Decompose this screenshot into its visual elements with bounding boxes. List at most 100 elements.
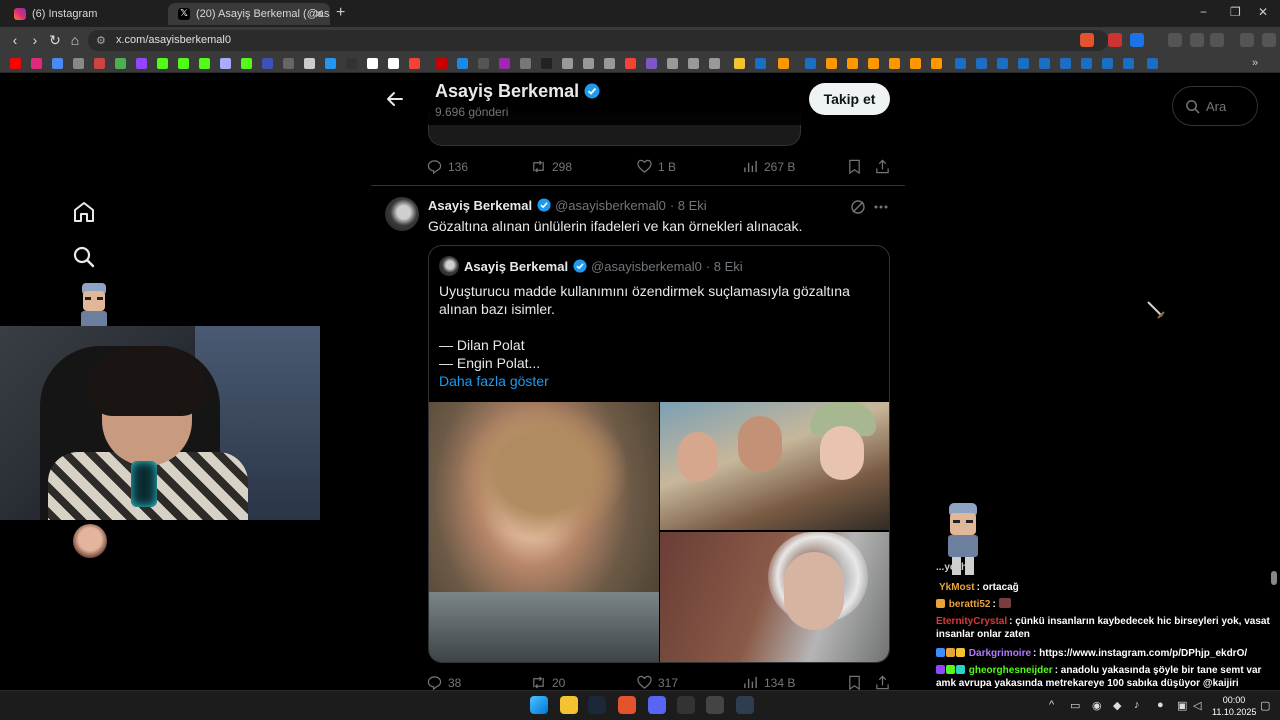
new-tab-button[interactable]: + [336, 4, 345, 22]
like-button[interactable]: 317 [637, 675, 678, 690]
bookmark-icon[interactable] [910, 58, 921, 69]
more-options-icon[interactable] [873, 199, 889, 215]
bookmark-icon[interactable] [409, 58, 420, 69]
search-icon[interactable] [72, 245, 96, 269]
tweet-date[interactable]: · 8 Eki [670, 198, 707, 213]
bookmark-icon[interactable] [541, 58, 552, 69]
reply-button[interactable]: 38 [427, 675, 461, 690]
bookmark-icon[interactable] [625, 58, 636, 69]
forward-icon[interactable]: › [26, 31, 44, 49]
bookmark-icon[interactable] [889, 58, 900, 69]
brave-shield-icon[interactable] [1080, 33, 1094, 47]
file-explorer-icon[interactable] [560, 696, 578, 714]
steam-bookmark-icon[interactable] [1039, 58, 1050, 69]
bookmark-icon[interactable] [283, 58, 294, 69]
bookmark-icon[interactable] [931, 58, 942, 69]
bookmark-icon[interactable] [646, 58, 657, 69]
amazon-bookmark-icon[interactable] [388, 58, 399, 69]
like-button[interactable]: 1 B [637, 159, 676, 174]
reply-button[interactable]: 136 [427, 159, 468, 175]
close-tab-icon[interactable]: ✕ [314, 3, 324, 25]
quoted-tweet[interactable]: Asayiş Berkemal @asayisberkemal0 · 8 Eki U… [428, 245, 890, 663]
views-button[interactable]: 134 B [743, 675, 795, 690]
bookmark-icon[interactable] [457, 58, 468, 69]
quoted-image-3[interactable] [660, 532, 889, 662]
steam-bookmark-icon[interactable] [976, 58, 987, 69]
bookmark-icon[interactable] [367, 58, 378, 69]
steam-bookmark-icon[interactable] [1102, 58, 1113, 69]
system-clock[interactable]: 00:00 11.10.2025 [1212, 694, 1256, 718]
bookmark-icon[interactable] [709, 58, 720, 69]
bookmark-icon[interactable] [241, 58, 252, 69]
tweet-author-avatar[interactable] [385, 197, 419, 231]
share-icon[interactable] [875, 675, 890, 690]
site-info-icon[interactable]: ⚙ [96, 34, 106, 47]
x-bookmark-icon[interactable] [304, 58, 315, 69]
address-bar[interactable]: ⚙ x.com/asayisberkemal0 [88, 30, 1108, 51]
more-bookmarks-icon[interactable]: » [1252, 58, 1263, 69]
bookmark-icon[interactable] [346, 58, 357, 69]
kick-bookmark-icon[interactable] [178, 58, 189, 69]
home-icon[interactable] [72, 200, 96, 224]
steam-bookmark-icon[interactable] [997, 58, 1008, 69]
account-avatar[interactable] [73, 524, 107, 558]
folder-bookmark-icon[interactable] [734, 58, 745, 69]
steam-bookmark-icon[interactable] [1018, 58, 1029, 69]
quoted-image-1[interactable] [429, 402, 659, 662]
bookmark-icon[interactable] [868, 58, 879, 69]
start-button-icon[interactable] [530, 696, 548, 714]
retweet-button[interactable]: 298 [531, 159, 572, 174]
twitch-bookmark-icon[interactable] [136, 58, 147, 69]
tweet-author-name[interactable]: Asayiş Berkemal [428, 198, 532, 213]
tweet-handle[interactable]: @asayisberkemal0 [555, 198, 666, 213]
notifications-icon[interactable]: ▢ [1260, 699, 1270, 712]
bookmark-icon[interactable] [847, 159, 862, 174]
bookmark-icon[interactable] [562, 58, 573, 69]
bookmark-icon[interactable] [478, 58, 489, 69]
app-icon[interactable] [677, 696, 695, 714]
bookmark-icon[interactable] [847, 58, 858, 69]
tab-instagram[interactable]: (6) Instagram [4, 3, 164, 25]
share-icon[interactable] [875, 159, 890, 174]
extensions-puzzle-icon[interactable] [1190, 33, 1204, 47]
youtube-bookmark-icon[interactable] [10, 58, 21, 69]
scrollbar-thumb[interactable] [1271, 571, 1277, 585]
speaker-icon[interactable]: ◁ [1193, 699, 1201, 712]
bookmark-icon[interactable] [499, 58, 510, 69]
retweet-button[interactable]: 20 [531, 675, 565, 690]
show-hidden-icons[interactable]: ^ [1049, 699, 1054, 711]
instagram-bookmark-icon[interactable] [31, 58, 42, 69]
restore-button[interactable]: ❐ [1230, 5, 1241, 19]
bookmark-icon[interactable] [604, 58, 615, 69]
show-more-link[interactable]: Daha fazla göster [439, 372, 879, 390]
home-browser-icon[interactable]: ⌂ [66, 31, 84, 49]
bookmark-icon[interactable] [826, 58, 837, 69]
bookmark-icon[interactable] [520, 58, 531, 69]
steam-bookmark-icon[interactable] [755, 58, 766, 69]
kick-bookmark-icon[interactable] [157, 58, 168, 69]
back-arrow-icon[interactable] [385, 89, 405, 109]
bookmark-icon[interactable] [73, 58, 84, 69]
quoted-image-2[interactable] [660, 402, 889, 530]
bookmark-icon[interactable] [94, 58, 105, 69]
steam-bookmark-icon[interactable] [1123, 58, 1134, 69]
bookmark-icon[interactable] [688, 58, 699, 69]
steam-bookmark-icon[interactable] [1081, 58, 1092, 69]
views-button[interactable]: 267 B [743, 159, 795, 174]
microphone-icon[interactable]: ● [1157, 699, 1164, 711]
back-icon[interactable]: ‹ [6, 31, 24, 49]
follow-button[interactable]: Takip et [809, 83, 890, 115]
steam-bookmark-icon[interactable] [1147, 58, 1158, 69]
minimize-button[interactable]: − [1200, 5, 1207, 19]
network-icon[interactable]: ▣ [1177, 699, 1187, 712]
volume-icon[interactable]: ♪ [1134, 699, 1140, 711]
media-icon[interactable] [1240, 33, 1254, 47]
bookmark-icon[interactable] [778, 58, 789, 69]
sidebar-icon[interactable] [1210, 33, 1224, 47]
steam-bookmark-icon[interactable] [955, 58, 966, 69]
bookmark-icon[interactable] [325, 58, 336, 69]
grok-icon[interactable] [850, 199, 866, 215]
tab-x-profile[interactable]: 𝕏 (20) Asayiş Berkemal (@asayisbe ✕ [168, 3, 330, 25]
steam-bookmark-icon[interactable] [1060, 58, 1071, 69]
tray-icon[interactable]: ◆ [1113, 699, 1121, 712]
